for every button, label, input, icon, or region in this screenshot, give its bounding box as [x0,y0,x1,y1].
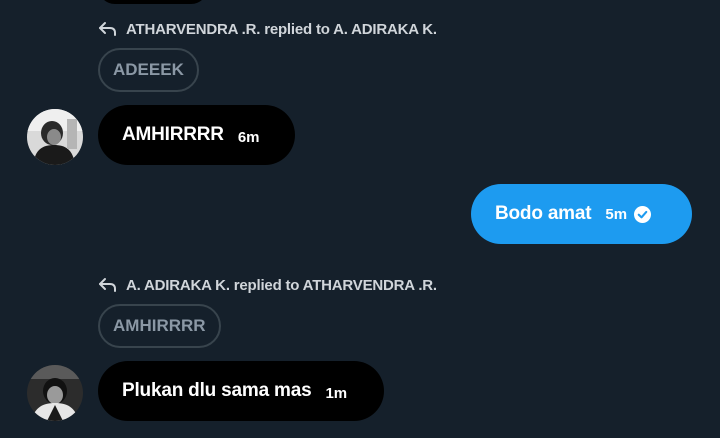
quoted-message-text: AMHIRRRR [113,316,206,335]
quoted-message[interactable]: AMHIRRRR [98,304,221,348]
reply-context: A. ADIRAKA K. replied to ATHARVENDRA .R. [98,274,437,296]
message-text: Bodo amat [495,203,592,224]
previous-message-bubble[interactable] [98,0,208,4]
quoted-message[interactable]: ADEEEK [98,48,199,92]
reply-context-text: A. ADIRAKA K. replied to ATHARVENDRA .R. [126,276,437,294]
message-text: Plukan dlu sama mas [122,380,312,401]
message-timestamp: 5m [605,205,628,223]
message-text: AMHIRRRR [122,124,224,145]
message-timestamp: 1m [325,384,348,402]
avatar-photo [27,109,83,165]
message-timestamp: 6m [237,128,260,146]
message-bubble[interactable]: Plukan dlu sama mas 1m [98,361,384,421]
quoted-message-text: ADEEEK [113,60,184,79]
avatar[interactable] [27,109,83,165]
avatar-photo [27,365,83,421]
avatar[interactable] [27,365,83,421]
reply-context-text: ATHARVENDRA .R. replied to A. ADIRAKA K. [126,20,437,38]
sent-message-bubble[interactable]: Bodo amat 5m [471,184,692,244]
reply-arrow-icon [99,22,116,36]
reply-arrow-icon [99,278,116,292]
dm-conversation: ATHARVENDRA .R. replied to A. ADIRAKA K.… [0,0,720,438]
reply-context: ATHARVENDRA .R. replied to A. ADIRAKA K. [98,18,437,40]
check-circle-icon [634,205,652,223]
message-bubble[interactable]: AMHIRRRR 6m [98,105,295,165]
